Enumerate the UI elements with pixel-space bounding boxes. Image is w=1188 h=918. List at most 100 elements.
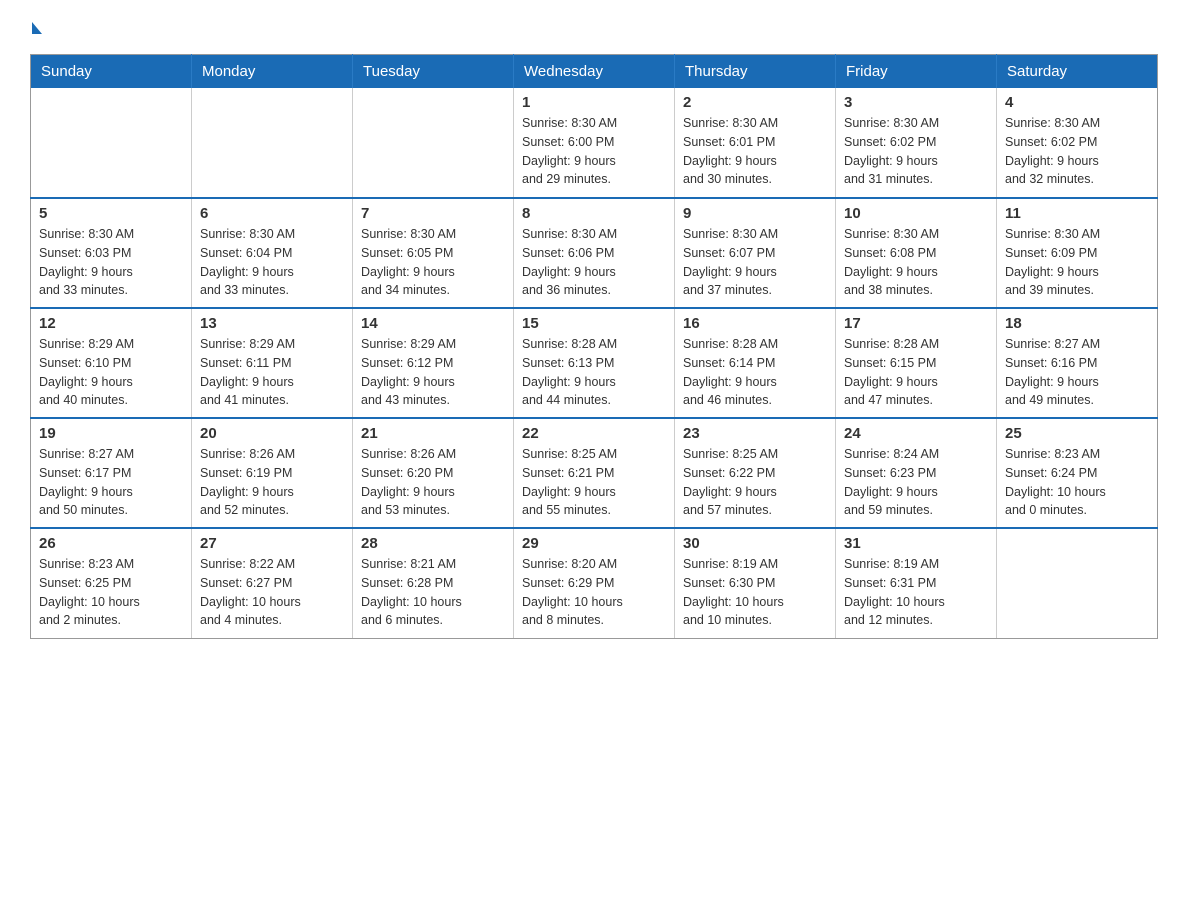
day-number: 15 (522, 315, 666, 332)
day-info: Sunrise: 8:30 AM Sunset: 6:01 PM Dayligh… (683, 114, 827, 189)
weekday-header-thursday: Thursday (675, 55, 836, 89)
day-number: 12 (39, 315, 183, 332)
day-number: 4 (1005, 94, 1149, 111)
day-info: Sunrise: 8:30 AM Sunset: 6:03 PM Dayligh… (39, 225, 183, 300)
logo-triangle-icon (32, 22, 42, 34)
day-number: 14 (361, 315, 505, 332)
week-row-4: 26 Sunrise: 8:23 AM Sunset: 6:25 PM Dayli… (31, 528, 1158, 638)
calendar-cell: 18Sunrise: 8:27 AM Sunset: 6:16 PM Dayli… (997, 308, 1158, 418)
week-row-2: 12 Sunrise: 8:29 AM Sunset: 6:10 PM Dayli… (31, 308, 1158, 418)
day-number: 26 (39, 535, 183, 552)
day-info: Sunrise: 8:23 AM Sunset: 6:25 PM Dayligh… (39, 555, 183, 630)
calendar-cell: 15 Sunrise: 8:28 AM Sunset: 6:13 PM Dayli… (514, 308, 675, 418)
day-info: Sunrise: 8:29 AM Sunset: 6:10 PM Dayligh… (39, 335, 183, 410)
day-number: 5 (39, 205, 183, 222)
calendar-cell: 12 Sunrise: 8:29 AM Sunset: 6:10 PM Dayli… (31, 308, 192, 418)
day-number: 7 (361, 205, 505, 222)
day-info: Sunrise: 8:21 AM Sunset: 6:28 PM Dayligh… (361, 555, 505, 630)
day-info: Sunrise: 8:30 AM Sunset: 6:09 PM Dayligh… (1005, 225, 1149, 300)
calendar-cell: 24Sunrise: 8:24 AM Sunset: 6:23 PM Dayli… (836, 418, 997, 528)
day-info: Sunrise: 8:28 AM Sunset: 6:13 PM Dayligh… (522, 335, 666, 410)
day-info: Sunrise: 8:26 AM Sunset: 6:20 PM Dayligh… (361, 445, 505, 520)
day-number: 13 (200, 315, 344, 332)
day-info: Sunrise: 8:30 AM Sunset: 6:02 PM Dayligh… (844, 114, 988, 189)
calendar-cell: 17 Sunrise: 8:28 AM Sunset: 6:15 PM Dayli… (836, 308, 997, 418)
day-number: 25 (1005, 425, 1149, 442)
calendar-cell: 23Sunrise: 8:25 AM Sunset: 6:22 PM Dayli… (675, 418, 836, 528)
calendar-cell: 25 Sunrise: 8:23 AM Sunset: 6:24 PM Dayli… (997, 418, 1158, 528)
page-header (30, 20, 1158, 34)
day-number: 8 (522, 205, 666, 222)
day-number: 23 (683, 425, 827, 442)
week-row-1: 5 Sunrise: 8:30 AM Sunset: 6:03 PM Daylig… (31, 198, 1158, 308)
day-number: 10 (844, 205, 988, 222)
day-number: 17 (844, 315, 988, 332)
day-number: 29 (522, 535, 666, 552)
calendar-table: SundayMondayTuesdayWednesdayThursdayFrid… (30, 54, 1158, 639)
weekday-header-sunday: Sunday (31, 55, 192, 89)
calendar-cell (31, 88, 192, 198)
day-number: 19 (39, 425, 183, 442)
day-info: Sunrise: 8:29 AM Sunset: 6:12 PM Dayligh… (361, 335, 505, 410)
calendar-cell: 20 Sunrise: 8:26 AM Sunset: 6:19 PM Dayli… (192, 418, 353, 528)
weekday-header-monday: Monday (192, 55, 353, 89)
day-info: Sunrise: 8:19 AM Sunset: 6:31 PM Dayligh… (844, 555, 988, 630)
weekday-header-wednesday: Wednesday (514, 55, 675, 89)
calendar-cell (997, 528, 1158, 638)
day-number: 24 (844, 425, 988, 442)
day-info: Sunrise: 8:25 AM Sunset: 6:21 PM Dayligh… (522, 445, 666, 520)
calendar-cell: 1Sunrise: 8:30 AM Sunset: 6:00 PM Daylig… (514, 88, 675, 198)
calendar-cell: 11 Sunrise: 8:30 AM Sunset: 6:09 PM Dayli… (997, 198, 1158, 308)
calendar-cell: 10 Sunrise: 8:30 AM Sunset: 6:08 PM Dayli… (836, 198, 997, 308)
day-info: Sunrise: 8:27 AM Sunset: 6:16 PM Dayligh… (1005, 335, 1149, 410)
day-info: Sunrise: 8:20 AM Sunset: 6:29 PM Dayligh… (522, 555, 666, 630)
day-number: 20 (200, 425, 344, 442)
day-number: 6 (200, 205, 344, 222)
calendar-cell: 2 Sunrise: 8:30 AM Sunset: 6:01 PM Daylig… (675, 88, 836, 198)
calendar-cell: 4Sunrise: 8:30 AM Sunset: 6:02 PM Daylig… (997, 88, 1158, 198)
weekday-header-tuesday: Tuesday (353, 55, 514, 89)
day-info: Sunrise: 8:30 AM Sunset: 6:06 PM Dayligh… (522, 225, 666, 300)
calendar-cell: 27 Sunrise: 8:22 AM Sunset: 6:27 PM Dayli… (192, 528, 353, 638)
calendar-cell: 16 Sunrise: 8:28 AM Sunset: 6:14 PM Dayli… (675, 308, 836, 418)
calendar-cell: 26 Sunrise: 8:23 AM Sunset: 6:25 PM Dayli… (31, 528, 192, 638)
day-info: Sunrise: 8:29 AM Sunset: 6:11 PM Dayligh… (200, 335, 344, 410)
day-info: Sunrise: 8:26 AM Sunset: 6:19 PM Dayligh… (200, 445, 344, 520)
calendar-cell (192, 88, 353, 198)
day-info: Sunrise: 8:30 AM Sunset: 6:08 PM Dayligh… (844, 225, 988, 300)
day-number: 27 (200, 535, 344, 552)
day-info: Sunrise: 8:30 AM Sunset: 6:05 PM Dayligh… (361, 225, 505, 300)
calendar-header: SundayMondayTuesdayWednesdayThursdayFrid… (31, 55, 1158, 89)
calendar-cell: 14 Sunrise: 8:29 AM Sunset: 6:12 PM Dayli… (353, 308, 514, 418)
calendar-cell: 19 Sunrise: 8:27 AM Sunset: 6:17 PM Dayli… (31, 418, 192, 528)
week-row-3: 19 Sunrise: 8:27 AM Sunset: 6:17 PM Dayli… (31, 418, 1158, 528)
day-info: Sunrise: 8:30 AM Sunset: 6:04 PM Dayligh… (200, 225, 344, 300)
calendar-cell: 7 Sunrise: 8:30 AM Sunset: 6:05 PM Daylig… (353, 198, 514, 308)
day-number: 16 (683, 315, 827, 332)
calendar-cell: 3 Sunrise: 8:30 AM Sunset: 6:02 PM Daylig… (836, 88, 997, 198)
weekday-header-friday: Friday (836, 55, 997, 89)
day-number: 28 (361, 535, 505, 552)
day-info: Sunrise: 8:27 AM Sunset: 6:17 PM Dayligh… (39, 445, 183, 520)
calendar-body: 1Sunrise: 8:30 AM Sunset: 6:00 PM Daylig… (31, 88, 1158, 638)
day-info: Sunrise: 8:30 AM Sunset: 6:07 PM Dayligh… (683, 225, 827, 300)
day-info: Sunrise: 8:28 AM Sunset: 6:15 PM Dayligh… (844, 335, 988, 410)
day-number: 9 (683, 205, 827, 222)
calendar-cell: 28 Sunrise: 8:21 AM Sunset: 6:28 PM Dayli… (353, 528, 514, 638)
calendar-cell: 9 Sunrise: 8:30 AM Sunset: 6:07 PM Daylig… (675, 198, 836, 308)
day-number: 3 (844, 94, 988, 111)
calendar-cell: 5 Sunrise: 8:30 AM Sunset: 6:03 PM Daylig… (31, 198, 192, 308)
day-info: Sunrise: 8:23 AM Sunset: 6:24 PM Dayligh… (1005, 445, 1149, 520)
week-row-0: 1Sunrise: 8:30 AM Sunset: 6:00 PM Daylig… (31, 88, 1158, 198)
day-info: Sunrise: 8:19 AM Sunset: 6:30 PM Dayligh… (683, 555, 827, 630)
day-number: 22 (522, 425, 666, 442)
day-info: Sunrise: 8:22 AM Sunset: 6:27 PM Dayligh… (200, 555, 344, 630)
calendar-cell: 6 Sunrise: 8:30 AM Sunset: 6:04 PM Daylig… (192, 198, 353, 308)
weekday-header-saturday: Saturday (997, 55, 1158, 89)
day-info: Sunrise: 8:28 AM Sunset: 6:14 PM Dayligh… (683, 335, 827, 410)
calendar-cell: 29 Sunrise: 8:20 AM Sunset: 6:29 PM Dayli… (514, 528, 675, 638)
day-number: 2 (683, 94, 827, 111)
day-number: 30 (683, 535, 827, 552)
day-number: 11 (1005, 205, 1149, 222)
calendar-cell: 8 Sunrise: 8:30 AM Sunset: 6:06 PM Daylig… (514, 198, 675, 308)
